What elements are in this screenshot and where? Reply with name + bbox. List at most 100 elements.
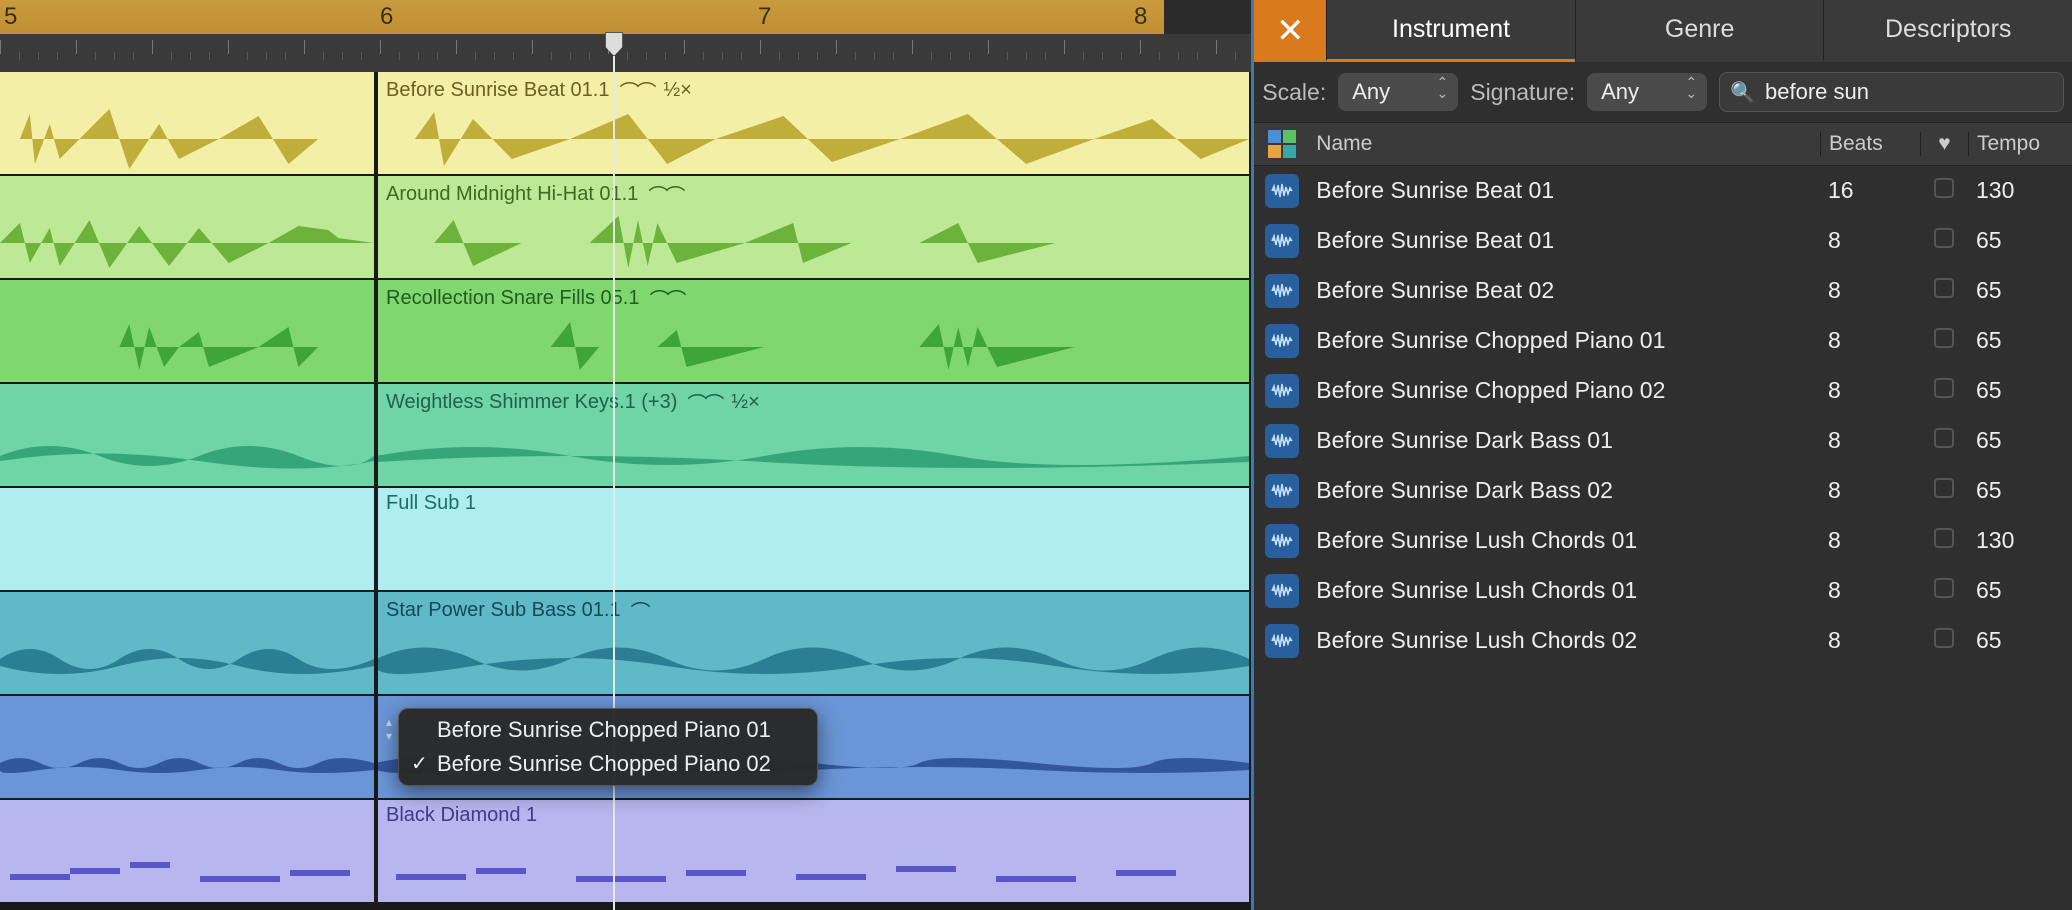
menu-item[interactable]: Before Sunrise Chopped Piano 01 [399,713,817,747]
loop-type-icon [1254,624,1310,658]
ruler-bar-7[interactable]: 7 [758,0,771,34]
loop-type-icon [1254,574,1310,608]
loop-favorite-toggle[interactable] [1920,427,1968,454]
tab-instrument[interactable]: Instrument [1326,0,1575,62]
track-row[interactable]: Weightless Shimmer Keys.1 (+3) ⌒⌒ ½× [0,384,1251,488]
track-row[interactable]: Around Midnight Hi-Hat 01.1 ⌒⌒ [0,176,1251,280]
audio-region[interactable]: Star Power Sub Bass 01.1 ⌒ [376,592,1251,694]
audio-region[interactable] [0,488,376,590]
track-row[interactable]: Full Sub 1 [0,488,1251,592]
loop-favorite-toggle[interactable] [1920,577,1968,604]
track-row[interactable]: Recollection Snare Fills 05.1 ⌒⌒ [0,280,1251,384]
menu-item-label: Before Sunrise Chopped Piano 02 [437,751,771,776]
waveform [376,104,1249,174]
ruler-subdivisions[interactable]: // ticks inserted later by JS below [0,34,1251,72]
loop-icon: ⌒⌒ [648,180,682,209]
loop-tempo: 65 [1968,377,2072,404]
timeline-ruler[interactable]: 5 6 7 8 // ticks inserted later by JS be… [0,0,1251,72]
loop-name: Before Sunrise Beat 01 [1310,177,1820,204]
scale-dropdown[interactable]: Any ⌃⌄ [1338,73,1458,111]
audio-region[interactable]: Weightless Shimmer Keys.1 (+3) ⌒⌒ ½× [376,384,1251,486]
loop-icon: ⌒ [631,596,648,625]
menu-item[interactable]: Before Sunrise Chopped Piano 02 [399,747,817,781]
loop-tempo: 65 [1968,477,2072,504]
loop-type-icon [1254,224,1310,258]
loop-type-icon [1254,474,1310,508]
audio-region[interactable]: Full Sub 1 [376,488,1251,590]
track-row[interactable]: Black Diamond 1 [0,800,1251,904]
loop-result-row[interactable]: Before Sunrise Lush Chords 02865 [1254,616,2072,666]
tab-genre[interactable]: Genre [1575,0,1824,62]
loop-beats: 8 [1820,477,1920,504]
region-name: Star Power Sub Bass 01.1 [386,599,621,622]
midi-notes [376,828,1254,898]
waveform [0,312,374,382]
ruler-bar-8[interactable]: 8 [1134,0,1147,34]
loop-favorite-toggle[interactable] [1920,627,1968,654]
loop-favorite-toggle[interactable] [1920,277,1968,304]
column-header-beats[interactable]: Beats [1820,132,1920,156]
midi-region[interactable] [0,800,376,902]
midi-notes [0,828,376,898]
loop-result-row[interactable]: Before Sunrise Beat 0116130 [1254,166,2072,216]
loop-beats: 8 [1820,277,1920,304]
loop-favorite-toggle[interactable] [1920,227,1968,254]
audio-region[interactable]: Recollection Snare Fills 05.1 ⌒⌒ [376,280,1251,382]
audio-region[interactable] [0,280,376,382]
audio-region[interactable] [0,384,376,486]
loop-result-row[interactable]: Before Sunrise Chopped Piano 01865 [1254,316,2072,366]
cycle-region[interactable] [376,0,1251,34]
audio-region[interactable]: Around Midnight Hi-Hat 01.1 ⌒⌒ [376,176,1251,278]
tab-label: Descriptors [1885,15,2011,44]
waveform [0,624,374,694]
loop-result-row[interactable]: Before Sunrise Dark Bass 01865 [1254,416,2072,466]
loop-favorite-toggle[interactable] [1920,527,1968,554]
audio-region[interactable] [0,72,376,174]
track-row[interactable]: Before Sunrise Beat 01.1 ⌒⌒ ½× [0,72,1251,176]
tab-label: Genre [1665,15,1734,44]
midi-region[interactable]: Black Diamond 1 [376,800,1251,902]
timeline-workspace[interactable]: 5 6 7 8 // ticks inserted later by JS be… [0,0,1254,910]
column-header-name[interactable]: Name [1310,132,1820,156]
loop-favorite-toggle[interactable] [1920,327,1968,354]
search-field[interactable]: 🔍 [1719,72,2064,112]
audio-region[interactable] [0,696,376,798]
loop-result-row[interactable]: Before Sunrise Lush Chords 018130 [1254,516,2072,566]
signature-dropdown[interactable]: Any ⌃⌄ [1587,73,1707,111]
loop-variation-menu[interactable]: Before Sunrise Chopped Piano 01 Before S… [398,708,818,786]
audio-region[interactable] [0,592,376,694]
loop-result-row[interactable]: Before Sunrise Chopped Piano 02865 [1254,366,2072,416]
loop-favorite-toggle[interactable] [1920,477,1968,504]
search-input[interactable] [1765,79,2053,105]
loop-type-icon [1254,374,1310,408]
loop-result-row[interactable]: Before Sunrise Lush Chords 01865 [1254,566,2072,616]
loop-result-row[interactable]: Before Sunrise Dark Bass 028 65 [1254,466,2072,516]
ruler-bar-5[interactable]: 5 [0,0,376,34]
loop-result-row[interactable]: Before Sunrise Beat 01865 [1254,216,2072,266]
waveform [0,104,374,174]
loop-name: Before Sunrise Dark Bass 02 [1310,477,1820,504]
column-header-favorite[interactable]: ♥ [1920,132,1968,156]
region-variation-stepper[interactable]: ▴▾ [380,715,398,743]
column-header-tempo[interactable]: Tempo [1968,132,2072,156]
loop-beats: 8 [1820,377,1920,404]
audio-region[interactable] [0,176,376,278]
loop-tempo: 65 [1968,227,2072,254]
loop-results-list[interactable]: Before Sunrise Beat 0116130Before Sunris… [1254,166,2072,910]
loop-browser: ✕ Instrument Genre Descriptors Scale: An… [1254,0,2072,910]
audio-region[interactable]: Before Sunrise Beat 01.1 ⌒⌒ ½× [376,72,1251,174]
close-browser-button[interactable]: ✕ [1254,0,1326,62]
loop-beats: 8 [1820,427,1920,454]
menu-item-label: Before Sunrise Chopped Piano 01 [437,717,771,742]
loop-favorite-toggle[interactable] [1920,177,1968,204]
loop-type-icon [1254,324,1310,358]
loop-tempo: 130 [1968,527,2072,554]
loop-beats: 8 [1820,577,1920,604]
loop-favorite-toggle[interactable] [1920,377,1968,404]
loop-result-row[interactable]: Before Sunrise Beat 02865 [1254,266,2072,316]
tab-descriptors[interactable]: Descriptors [1823,0,2072,62]
ruler-bar-6[interactable]: 6 [380,0,393,34]
track-row[interactable]: Star Power Sub Bass 01.1 ⌒ [0,592,1251,696]
region-name: Around Midnight Hi-Hat 01.1 [386,183,638,206]
loop-packs-button[interactable] [1254,130,1310,158]
